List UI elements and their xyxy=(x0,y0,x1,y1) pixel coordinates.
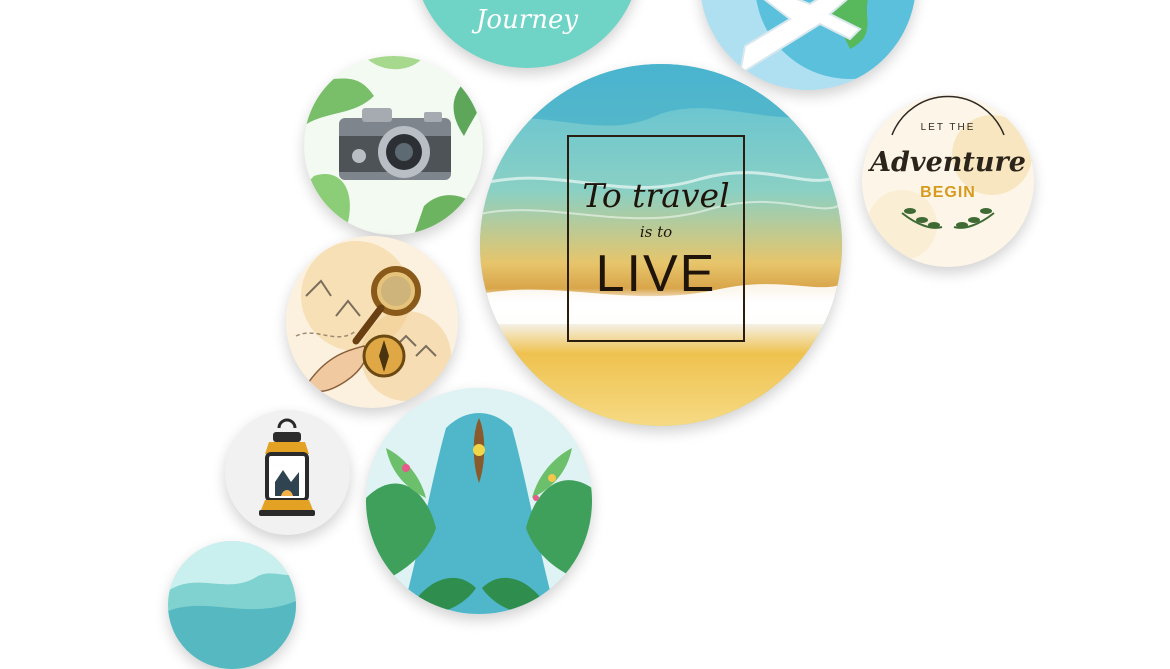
adventure-top-text: LET THE xyxy=(920,122,976,133)
camera-sticker xyxy=(304,56,483,235)
quote-line-2: is to xyxy=(639,223,673,241)
map-sticker xyxy=(286,236,458,408)
adventure-sticker: LET THE Adventure BEGIN xyxy=(862,95,1034,267)
adventure-art xyxy=(867,95,1032,260)
quote-frame: To travel is to LIVE xyxy=(567,135,745,342)
camera-art xyxy=(304,56,483,235)
camera-icon xyxy=(339,108,451,180)
map-art xyxy=(295,241,451,401)
lake-sticker xyxy=(168,541,296,669)
adventure-main-text: Adventure xyxy=(870,147,1026,178)
lantern-icon xyxy=(259,418,315,516)
journey-text: Journey xyxy=(475,5,579,35)
compass-icon xyxy=(362,334,406,378)
adventure-bottom-text: BEGIN xyxy=(920,184,976,201)
quote-line-1: To travel xyxy=(582,176,730,215)
travel-quote-sticker: To travel is to LIVE xyxy=(480,64,842,426)
canoe-art xyxy=(366,388,592,614)
quote-line-3: LIVE xyxy=(595,245,717,303)
lantern-sticker xyxy=(225,410,350,535)
lake-art xyxy=(168,541,296,669)
canoe-sticker xyxy=(366,388,592,614)
lantern-art xyxy=(259,418,315,516)
